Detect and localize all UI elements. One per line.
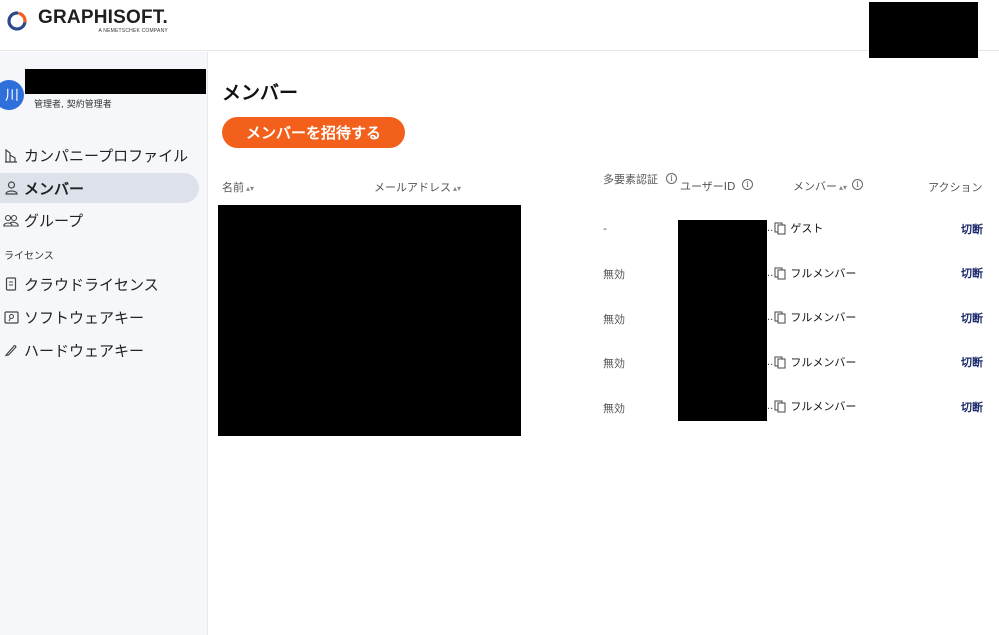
logo-wordmark: GRAPHISOFT. bbox=[38, 7, 168, 28]
profile-role: 管理者, 契約管理者 bbox=[34, 100, 112, 110]
copy-icon[interactable] bbox=[774, 356, 787, 369]
building-icon bbox=[3, 147, 19, 163]
column-header-mfa: 多要素認証 bbox=[603, 173, 658, 186]
sidebar-item-label: メンバー bbox=[24, 179, 85, 198]
column-header-user-id: ユーザーID bbox=[680, 180, 736, 193]
member-type: .. ゲスト bbox=[767, 222, 824, 235]
sidebar-item-company-profile[interactable]: カンパニープロファイル bbox=[0, 140, 199, 170]
graphisoft-logo-icon bbox=[7, 11, 27, 31]
sort-icon: ▴▾ bbox=[453, 184, 462, 193]
page-title: メンバー bbox=[222, 82, 299, 104]
sidebar-item-groups[interactable]: グループ bbox=[0, 205, 199, 235]
member-type: .. フルメンバー bbox=[767, 400, 857, 413]
disconnect-link[interactable]: 切断 bbox=[961, 354, 983, 370]
cloud-license-icon bbox=[3, 276, 19, 292]
column-header-action: アクション bbox=[928, 181, 983, 194]
sidebar-item-label: ハードウェアキー bbox=[24, 341, 145, 360]
mfa-status: 無効 bbox=[603, 313, 625, 326]
member-type: .. フルメンバー bbox=[767, 356, 857, 369]
sidebar-item-label: グループ bbox=[24, 211, 84, 230]
disconnect-link[interactable]: 切断 bbox=[961, 265, 983, 281]
sort-icon: ▴▾ bbox=[246, 184, 255, 193]
copy-icon[interactable] bbox=[774, 267, 787, 280]
hardware-key-icon bbox=[3, 342, 19, 358]
redacted-account-area bbox=[869, 2, 978, 58]
sidebar-item-label: クラウドライセンス bbox=[24, 275, 159, 294]
person-icon bbox=[3, 180, 19, 196]
column-header-member[interactable]: メンバー ▴▾ bbox=[793, 178, 847, 194]
license-section-label: ライセンス bbox=[4, 251, 54, 262]
user-profile: 川 管理者, 契約管理者 bbox=[0, 69, 208, 118]
copy-icon[interactable] bbox=[774, 311, 787, 324]
member-type: .. フルメンバー bbox=[767, 267, 857, 280]
mfa-status: 無効 bbox=[603, 357, 625, 370]
info-icon[interactable]: i bbox=[852, 179, 863, 190]
copy-icon[interactable] bbox=[774, 400, 787, 413]
column-header-name[interactable]: 名前 ▴▾ bbox=[222, 179, 254, 195]
graphisoft-logo[interactable]: GRAPHISOFT. A NEMETSCHEK COMPANY bbox=[6, 8, 168, 34]
sidebar-item-label: カンパニープロファイル bbox=[24, 146, 189, 165]
sidebar: 川 管理者, 契約管理者 カンパニープロファイル メンバー グループ ライセンス… bbox=[0, 52, 208, 635]
info-icon[interactable]: i bbox=[742, 179, 753, 190]
sidebar-item-members[interactable]: メンバー bbox=[0, 173, 199, 203]
copy-icon[interactable] bbox=[774, 222, 787, 235]
info-icon[interactable]: i bbox=[666, 173, 677, 184]
software-key-icon bbox=[3, 309, 19, 325]
invite-member-button[interactable]: メンバーを招待する bbox=[222, 117, 405, 148]
sidebar-item-label: ソフトウェアキー bbox=[24, 308, 145, 327]
group-icon bbox=[3, 212, 19, 228]
top-header: GRAPHISOFT. A NEMETSCHEK COMPANY bbox=[0, 0, 999, 58]
redacted-user-id-block bbox=[678, 220, 767, 421]
member-type: .. フルメンバー bbox=[767, 311, 857, 324]
sidebar-item-cloud-license[interactable]: クラウドライセンス bbox=[0, 269, 199, 299]
redacted-name-email-block bbox=[218, 205, 521, 436]
sidebar-item-hardware-key[interactable]: ハードウェアキー bbox=[0, 335, 199, 365]
sort-icon: ▴▾ bbox=[839, 183, 848, 192]
avatar[interactable]: 川 bbox=[0, 80, 24, 110]
disconnect-link[interactable]: 切断 bbox=[961, 221, 983, 237]
mfa-status: 無効 bbox=[603, 268, 625, 281]
redacted-user-name bbox=[25, 69, 206, 94]
sidebar-item-software-key[interactable]: ソフトウェアキー bbox=[0, 302, 199, 332]
column-header-email[interactable]: メールアドレス ▴▾ bbox=[374, 179, 461, 195]
logo-tagline: A NEMETSCHEK COMPANY bbox=[98, 28, 168, 34]
mfa-status: - bbox=[603, 222, 607, 235]
disconnect-link[interactable]: 切断 bbox=[961, 399, 983, 415]
mfa-status: 無効 bbox=[603, 402, 625, 415]
disconnect-link[interactable]: 切断 bbox=[961, 310, 983, 326]
